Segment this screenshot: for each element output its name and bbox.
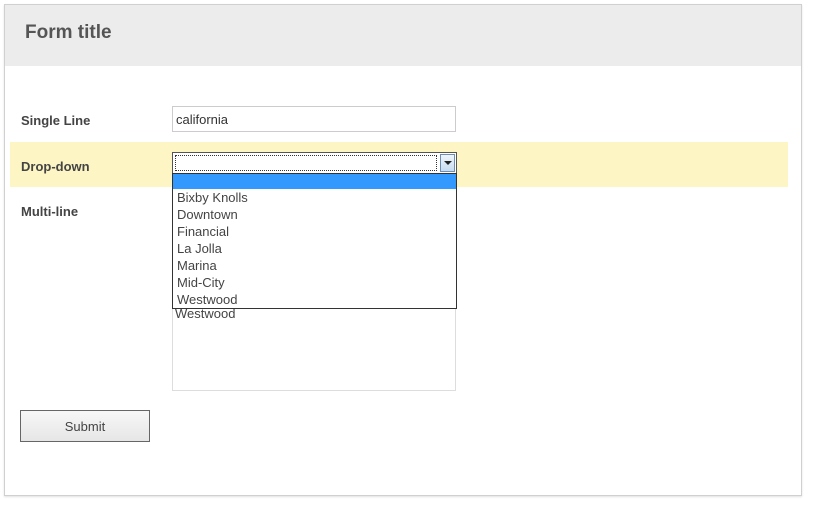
form-header: Form title [5,5,801,66]
single-line-label: Single Line [21,113,91,128]
dropdown-option[interactable]: Westwood [173,291,456,308]
form-title: Form title [25,22,112,43]
dropdown-label: Drop-down [21,159,90,174]
dropdown-option-blank[interactable] [173,174,456,189]
dropdown-option[interactable]: Bixby Knolls [173,189,456,206]
dropdown-option[interactable]: Mid-City [173,274,456,291]
dropdown-options-list[interactable]: Bixby Knolls Downtown Financial La Jolla… [172,173,457,309]
dropdown-option[interactable]: Marina [173,257,456,274]
submit-button[interactable]: Submit [20,410,150,442]
dropdown-select[interactable] [172,152,457,174]
dropdown-option[interactable]: Financial [173,223,456,240]
dropdown-selected-value [175,155,437,171]
dropdown-option[interactable]: La Jolla [173,240,456,257]
dropdown-arrow-button[interactable] [440,154,455,172]
dropdown-option[interactable]: Downtown [173,206,456,223]
multi-line-label: Multi-line [21,204,79,219]
single-line-input[interactable] [172,106,456,132]
chevron-down-icon [443,161,452,165]
